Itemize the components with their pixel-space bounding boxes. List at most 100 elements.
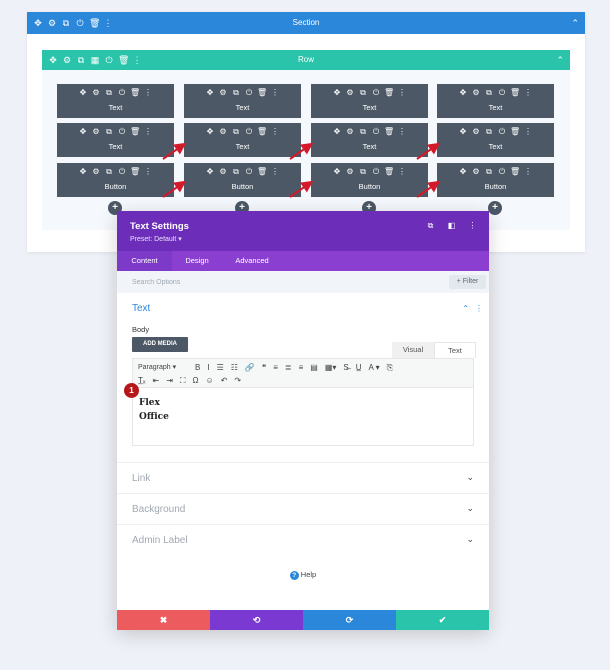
editor-tab-visual[interactable]: Visual	[392, 342, 434, 358]
move-icon[interactable]: ✥	[205, 88, 215, 98]
power-icon[interactable]: ⏻	[117, 88, 127, 98]
move-icon[interactable]: ✥	[332, 127, 342, 137]
strikethrough-icon[interactable]: S̶	[343, 361, 348, 374]
tab-design[interactable]: Design	[172, 251, 222, 271]
text-section-title[interactable]: Text	[132, 303, 150, 314]
align-right-icon[interactable]: ≡	[299, 361, 304, 374]
more-icon[interactable]: ⋮	[468, 221, 477, 231]
editor-tab-text[interactable]: Text	[434, 342, 476, 358]
fullscreen-icon[interactable]: ⛶	[180, 374, 186, 387]
power-icon[interactable]: ⏻	[371, 127, 381, 137]
more-icon[interactable]: ⋮	[143, 88, 153, 98]
power-icon[interactable]: ⏻	[117, 127, 127, 137]
trash-icon[interactable]: 🗑	[510, 88, 520, 98]
duplicate-icon[interactable]: ⧉	[484, 167, 494, 177]
align-justify-icon[interactable]: ▤	[310, 361, 318, 374]
chevron-down-icon[interactable]: ⌄	[466, 534, 474, 545]
trash-icon[interactable]: 🗑	[510, 127, 520, 137]
editor-body[interactable]: Flex Office	[132, 388, 474, 446]
more-icon[interactable]: ⋮	[143, 127, 153, 137]
more-icon[interactable]: ⋮	[143, 167, 153, 177]
row-header-bar[interactable]: ✥ ⚙ ⧉ ▦ ⏻ 🗑 ⋮ Row ⌃	[42, 50, 570, 70]
more-icon[interactable]: ⋮	[523, 127, 533, 137]
trash-icon[interactable]: 🗑	[510, 167, 520, 177]
more-icon[interactable]: ⋮	[475, 304, 483, 313]
more-icon[interactable]: ⋮	[397, 167, 407, 177]
tab-advanced[interactable]: Advanced	[222, 251, 282, 271]
gear-icon[interactable]: ⚙	[218, 167, 228, 177]
move-icon[interactable]: ✥	[78, 167, 88, 177]
duplicate-icon[interactable]: ⧉	[231, 127, 241, 137]
power-icon[interactable]: ⏻	[497, 127, 507, 137]
bullet-list-icon[interactable]: ☰	[217, 361, 224, 374]
trash-icon[interactable]: 🗑	[384, 88, 394, 98]
duplicate-icon[interactable]: ⧉	[104, 127, 114, 137]
move-icon[interactable]: ✥	[332, 88, 342, 98]
duplicate-icon[interactable]: ⧉	[484, 88, 494, 98]
power-icon[interactable]: ⏻	[371, 88, 381, 98]
power-icon[interactable]: ⏻	[497, 167, 507, 177]
gear-icon[interactable]: ⚙	[345, 167, 355, 177]
chevron-down-icon[interactable]: ⌄	[466, 472, 474, 483]
gear-icon[interactable]: ⚙	[218, 88, 228, 98]
text-color-icon[interactable]: A ▾	[369, 361, 380, 374]
redo-icon[interactable]: ↷	[234, 374, 241, 387]
text-module[interactable]: ✥ ⚙ ⧉ ⏻ 🗑 ⋮ Text	[311, 84, 428, 118]
trash-icon[interactable]: 🗑	[130, 127, 140, 137]
link-icon[interactable]: 🔗	[245, 361, 255, 374]
duplicate-icon[interactable]: ⧉	[358, 127, 368, 137]
text-module[interactable]: ✥ ⚙ ⧉ ⏻ 🗑 ⋮ Text	[437, 123, 554, 157]
italic-icon[interactable]: I	[207, 361, 209, 374]
more-icon[interactable]: ⋮	[270, 88, 280, 98]
power-icon[interactable]: ⏻	[244, 167, 254, 177]
chevron-up-icon[interactable]: ⌃	[571, 12, 579, 34]
button-module[interactable]: ✥ ⚙ ⧉ ⏻ 🗑 ⋮ Button	[437, 163, 554, 197]
section-background[interactable]: Background ⌄	[117, 493, 489, 524]
gear-icon[interactable]: ⚙	[218, 127, 228, 137]
text-module[interactable]: ✥ ⚙ ⧉ ⏻ 🗑 ⋮ Text	[184, 84, 301, 118]
move-icon[interactable]: ✥	[205, 127, 215, 137]
tab-content[interactable]: Content	[117, 251, 172, 271]
outdent-icon[interactable]: ⇤	[153, 374, 160, 387]
text-module[interactable]: ✥ ⚙ ⧉ ⏻ 🗑 ⋮ Text	[437, 84, 554, 118]
move-icon[interactable]: ✥	[458, 88, 468, 98]
align-left-icon[interactable]: ≡	[273, 361, 278, 374]
more-icon[interactable]: ⋮	[397, 88, 407, 98]
duplicate-icon[interactable]: ⧉	[358, 88, 368, 98]
trash-icon[interactable]: 🗑	[257, 88, 267, 98]
text-module[interactable]: ✥ ⚙ ⧉ ⏻ 🗑 ⋮ Text	[184, 123, 301, 157]
gear-icon[interactable]: ⚙	[345, 127, 355, 137]
button-module[interactable]: ✥ ⚙ ⧉ ⏻ 🗑 ⋮ Button	[184, 163, 301, 197]
duplicate-icon[interactable]: ⧉	[231, 167, 241, 177]
move-icon[interactable]: ✥	[205, 167, 215, 177]
preset-selector[interactable]: Preset: Default ▾	[130, 235, 182, 243]
power-icon[interactable]: ⏻	[117, 167, 127, 177]
move-icon[interactable]: ✥	[78, 127, 88, 137]
duplicate-icon[interactable]: ⧉	[484, 127, 494, 137]
text-module[interactable]: ✥ ⚙ ⧉ ⏻ 🗑 ⋮ Text	[57, 84, 174, 118]
text-module[interactable]: ✥ ⚙ ⧉ ⏻ 🗑 ⋮ Text	[57, 123, 174, 157]
chevron-down-icon[interactable]: ⌄	[466, 503, 474, 514]
filter-button[interactable]: + Filter	[449, 275, 486, 289]
section-link[interactable]: Link ⌄	[117, 462, 489, 493]
underline-icon[interactable]: U̲	[356, 361, 362, 374]
duplicate-icon[interactable]: ⧉	[358, 167, 368, 177]
clear-format-icon[interactable]: T̲ₓ	[138, 374, 146, 387]
undo-button[interactable]: ⟲	[210, 610, 303, 630]
expand-icon[interactable]: ⧉	[426, 221, 435, 231]
gear-icon[interactable]: ⚙	[471, 88, 481, 98]
gear-icon[interactable]: ⚙	[471, 127, 481, 137]
chevron-up-icon[interactable]: ⌃	[556, 50, 564, 70]
undo-icon[interactable]: ↶	[221, 374, 228, 387]
help-link[interactable]: ? Help	[117, 570, 489, 580]
duplicate-icon[interactable]: ⧉	[104, 88, 114, 98]
power-icon[interactable]: ⏻	[244, 127, 254, 137]
indent-icon[interactable]: ⇥	[166, 374, 173, 387]
more-icon[interactable]: ⋮	[270, 167, 280, 177]
more-icon[interactable]: ⋮	[397, 127, 407, 137]
more-icon[interactable]: ⋮	[523, 88, 533, 98]
trash-icon[interactable]: 🗑	[384, 167, 394, 177]
power-icon[interactable]: ⏻	[371, 167, 381, 177]
more-icon[interactable]: ⋮	[270, 127, 280, 137]
move-icon[interactable]: ✥	[458, 167, 468, 177]
